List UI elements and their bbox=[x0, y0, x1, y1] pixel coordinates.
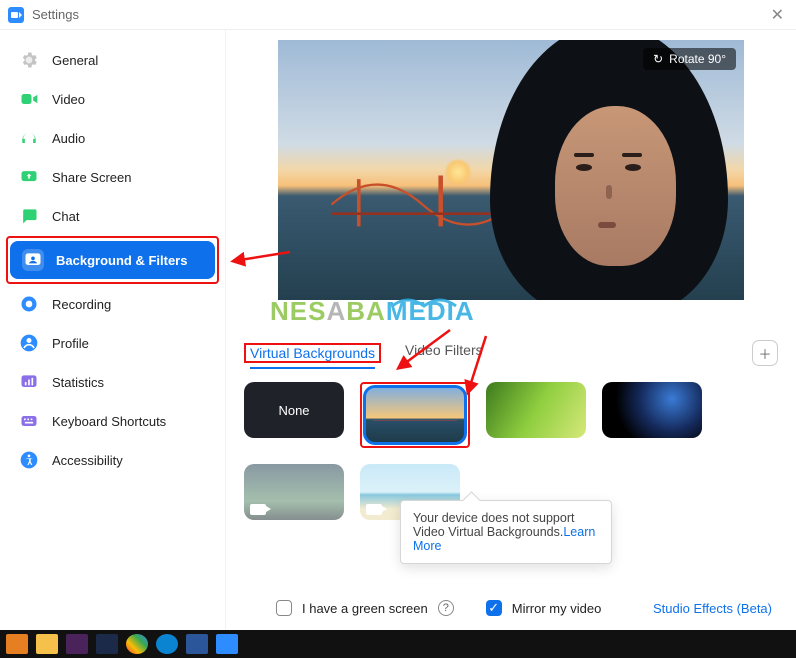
background-tabs: Virtual Backgrounds Video Filters ＋ bbox=[244, 340, 778, 366]
background-thumb-grass[interactable] bbox=[486, 382, 586, 438]
background-thumb-none[interactable]: None bbox=[244, 382, 344, 438]
studio-effects-link[interactable]: Studio Effects (Beta) bbox=[653, 601, 772, 616]
watermark: NESABAMEDIA bbox=[270, 296, 475, 327]
sidebar-item-label: Background & Filters bbox=[56, 253, 187, 268]
sidebar-item-keyboard-shortcuts[interactable]: Keyboard Shortcuts bbox=[6, 402, 219, 440]
window-title: Settings bbox=[32, 7, 79, 22]
taskbar-word-icon[interactable] bbox=[186, 634, 208, 654]
sidebar-item-label: Keyboard Shortcuts bbox=[52, 414, 166, 429]
share-screen-icon bbox=[18, 166, 40, 188]
background-thumb-aurora-video[interactable] bbox=[244, 464, 344, 520]
footer-options: I have a green screen ? ✓ Mirror my vide… bbox=[276, 600, 772, 616]
rotate-90-button[interactable]: ↻ Rotate 90° bbox=[643, 48, 736, 70]
green-screen-checkbox[interactable] bbox=[276, 600, 292, 616]
thumb-none-label: None bbox=[278, 403, 309, 418]
help-icon[interactable]: ? bbox=[438, 600, 454, 616]
taskbar-chrome-icon[interactable] bbox=[126, 634, 148, 654]
video-icon bbox=[18, 88, 40, 110]
tab-video-filters[interactable]: Video Filters bbox=[405, 342, 483, 364]
close-icon[interactable]: ✕ bbox=[767, 1, 788, 29]
taskbar-premiere-icon[interactable] bbox=[66, 634, 88, 654]
annotation-sidebar-highlight: Background & Filters bbox=[6, 236, 219, 284]
sidebar-item-label: Share Screen bbox=[52, 170, 132, 185]
gear-icon bbox=[18, 49, 40, 71]
titlebar: Settings ✕ bbox=[0, 0, 796, 30]
background-thumb-golden-gate[interactable] bbox=[365, 387, 465, 443]
background-thumb-earth[interactable] bbox=[602, 382, 702, 438]
settings-sidebar: General Video Audio Share Screen Chat Ba… bbox=[0, 30, 226, 630]
tooltip-text: Your device does not support Video Virtu… bbox=[413, 511, 574, 539]
sidebar-item-chat[interactable]: Chat bbox=[6, 197, 219, 235]
sidebar-item-recording[interactable]: Recording bbox=[6, 285, 219, 323]
profile-icon bbox=[18, 332, 40, 354]
video-indicator-icon bbox=[366, 504, 382, 515]
headphones-icon bbox=[18, 127, 40, 149]
sidebar-item-label: Chat bbox=[52, 209, 79, 224]
mirror-video-checkbox[interactable]: ✓ bbox=[486, 600, 502, 616]
sidebar-item-share-screen[interactable]: Share Screen bbox=[6, 158, 219, 196]
sidebar-item-label: Audio bbox=[52, 131, 85, 146]
sidebar-item-background-filters[interactable]: Background & Filters bbox=[10, 241, 215, 279]
sidebar-item-profile[interactable]: Profile bbox=[6, 324, 219, 362]
taskbar-edge-icon[interactable] bbox=[156, 634, 178, 654]
keyboard-icon bbox=[18, 410, 40, 432]
recording-icon bbox=[18, 293, 40, 315]
rotate-icon: ↻ bbox=[653, 52, 663, 66]
windows-taskbar bbox=[0, 630, 796, 658]
tab-virtual-backgrounds[interactable]: Virtual Backgrounds bbox=[250, 345, 375, 369]
add-background-button[interactable]: ＋ bbox=[752, 340, 778, 366]
sidebar-item-label: Video bbox=[52, 92, 85, 107]
sidebar-item-label: Profile bbox=[52, 336, 89, 351]
taskbar-photoshop-icon[interactable] bbox=[96, 634, 118, 654]
taskbar-zoom-icon[interactable] bbox=[216, 634, 238, 654]
sidebar-item-video[interactable]: Video bbox=[6, 80, 219, 118]
annotation-tab-highlight: Virtual Backgrounds bbox=[244, 343, 381, 363]
background-icon bbox=[22, 249, 44, 271]
sidebar-item-general[interactable]: General bbox=[6, 41, 219, 79]
video-indicator-icon bbox=[250, 504, 266, 515]
sidebar-item-audio[interactable]: Audio bbox=[6, 119, 219, 157]
statistics-icon bbox=[18, 371, 40, 393]
plus-icon: ＋ bbox=[758, 344, 771, 363]
sidebar-item-statistics[interactable]: Statistics bbox=[6, 363, 219, 401]
sidebar-item-label: General bbox=[52, 53, 98, 68]
zoom-app-icon bbox=[8, 7, 24, 23]
unsupported-tooltip: Your device does not support Video Virtu… bbox=[400, 500, 612, 564]
accessibility-icon bbox=[18, 449, 40, 471]
sidebar-item-label: Accessibility bbox=[52, 453, 123, 468]
sidebar-item-accessibility[interactable]: Accessibility bbox=[6, 441, 219, 479]
annotation-thumb-highlight bbox=[360, 382, 470, 448]
chat-icon bbox=[18, 205, 40, 227]
sidebar-item-label: Recording bbox=[52, 297, 111, 312]
taskbar-vlc-icon[interactable] bbox=[6, 634, 28, 654]
video-preview: ↻ Rotate 90° bbox=[278, 40, 744, 300]
mirror-video-label: Mirror my video bbox=[512, 601, 602, 616]
sidebar-item-label: Statistics bbox=[52, 375, 104, 390]
rotate-label: Rotate 90° bbox=[669, 52, 726, 66]
taskbar-folder-icon[interactable] bbox=[36, 634, 58, 654]
green-screen-label: I have a green screen bbox=[302, 601, 428, 616]
